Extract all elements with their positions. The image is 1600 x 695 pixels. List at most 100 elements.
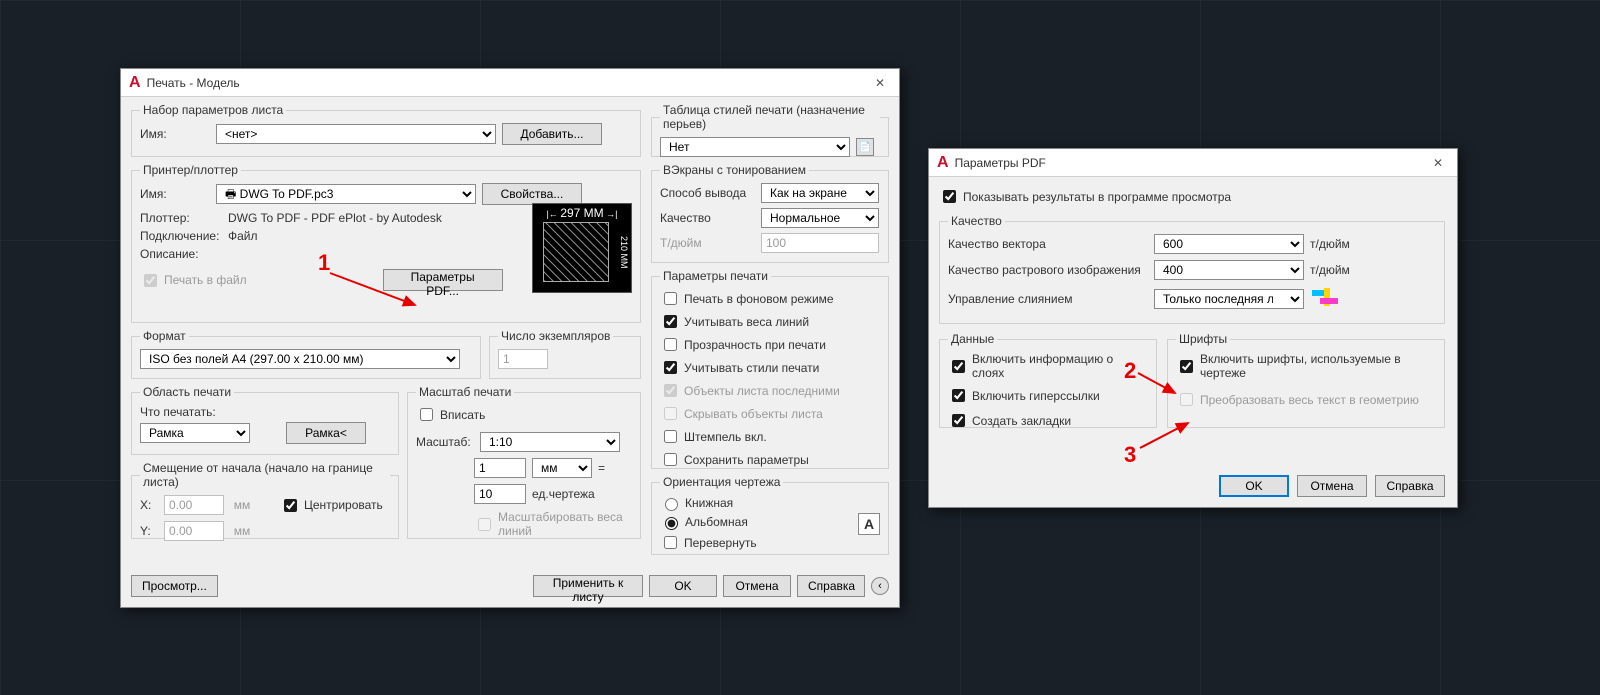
merge-lbl: Управление слиянием <box>948 292 1148 306</box>
close-icon[interactable]: ✕ <box>1425 153 1451 173</box>
plot-style-select[interactable]: Нет <box>660 137 850 157</box>
page-name-label: Имя: <box>140 127 210 141</box>
paper-preview: |← 297 MM →| 210 MM <box>532 203 632 293</box>
printer-legend: Принтер/плоттер <box>140 163 241 177</box>
layers-check[interactable]: Включить информацию о слоях <box>948 352 1148 380</box>
scale-select[interactable]: 1:10 <box>480 432 620 452</box>
paper-legend: Формат <box>140 329 189 343</box>
annotation-3: 3 <box>1124 442 1136 468</box>
area-legend: Область печати <box>140 385 234 399</box>
pdf-title: Параметры PDF <box>955 156 1046 170</box>
ok-button[interactable]: OK <box>649 575 717 597</box>
raster-select[interactable]: 400 <box>1154 260 1304 280</box>
raster-unit: т/дюйм <box>1310 263 1350 277</box>
shade-mode-lbl: Способ вывода <box>660 186 755 200</box>
scale-num[interactable] <box>474 458 526 478</box>
offx-input <box>164 495 224 515</box>
portrait-radio[interactable]: Книжная <box>660 495 858 511</box>
opt-lw[interactable]: Учитывать веса линий <box>660 312 880 331</box>
help-button[interactable]: Справка <box>797 575 865 597</box>
viewer-check[interactable]: Показывать результаты в программе просмо… <box>939 187 1447 206</box>
opt-save[interactable]: Сохранить параметры <box>660 450 880 469</box>
opt-psplast: Объекты листа последними <box>660 381 880 400</box>
pdf-quality-group: Качество Качество вектора 600 т/дюйм Кач… <box>939 214 1445 324</box>
copies-legend: Число экземпляров <box>498 329 613 343</box>
add-pageset-button[interactable]: Добавить... <box>502 123 602 145</box>
center-check[interactable]: Центрировать <box>280 496 383 515</box>
page-name-select[interactable]: <нет> <box>216 124 496 144</box>
opt-trans[interactable]: Прозрачность при печати <box>660 335 880 354</box>
plotter-lbl: Плоттер: <box>140 211 222 225</box>
scale-den[interactable] <box>474 484 526 504</box>
page-setup-group: Набор параметров листа Имя: <нет> Добави… <box>131 103 641 157</box>
shade-mode-select[interactable]: Как на экране <box>761 183 879 203</box>
plot-style-legend: Таблица стилей печати (назначение перьев… <box>660 103 880 131</box>
shade-q-select[interactable]: Нормальное <box>761 208 879 228</box>
desc-lbl: Описание: <box>140 247 222 261</box>
shade-q-lbl: Качество <box>660 211 755 225</box>
dpi-lbl: Т/дюйм <box>660 236 755 250</box>
shaded-legend: ВЭкраны с тонированием <box>660 163 809 177</box>
what-select[interactable]: Рамка <box>140 423 250 443</box>
landscape-radio[interactable]: Альбомная <box>660 514 858 530</box>
pdf-dialog: A Параметры PDF ✕ Показывать результаты … <box>928 148 1458 508</box>
pdf-titlebar[interactable]: A Параметры PDF ✕ <box>929 149 1457 177</box>
offy-lbl: Y: <box>140 524 158 538</box>
opt-bg[interactable]: Печать в фоновом режиме <box>660 289 880 308</box>
raster-lbl: Качество растрового изображения <box>948 263 1148 277</box>
plotter-value: DWG To PDF - PDF ePlot - by Autodesk <box>228 211 442 225</box>
preview-button[interactable]: Просмотр... <box>131 575 218 597</box>
merge-select[interactable]: Только последняя линия <box>1154 289 1304 309</box>
apply-button[interactable]: Применить к листу <box>533 575 643 597</box>
plot-options-group: Параметры печати Печать в фоновом режиме… <box>651 269 889 469</box>
printer-name-lbl: Имя: <box>140 187 210 201</box>
paper-group: Формат ISO без полей A4 (297.00 x 210.00… <box>131 329 481 379</box>
text-geom-check: Преобразовать весь текст в геометрию <box>1176 390 1436 409</box>
shaded-group: ВЭкраны с тонированием Способ вывода Как … <box>651 163 889 263</box>
plot-style-group: Таблица стилей печати (назначение перьев… <box>651 103 889 157</box>
orient-group: Ориентация чертежа Книжная Альбомная Пер… <box>651 475 889 555</box>
pdf-help-button[interactable]: Справка <box>1375 475 1445 497</box>
pdf-cancel-button[interactable]: Отмена <box>1297 475 1367 497</box>
upside-check[interactable]: Перевернуть <box>660 533 858 552</box>
scale-lw-check: Масштабировать веса линий <box>416 510 632 538</box>
orientation-icon: A <box>858 513 880 535</box>
plot-dialog: A Печать - Модель ✕ Набор параметров лис… <box>120 68 900 608</box>
printer-group: Принтер/плоттер Имя: 🖶 DWG To PDF.pc3 Св… <box>131 163 641 323</box>
area-group: Область печати Что печатать: Рамка Рамка… <box>131 385 399 455</box>
pdf-ok-button[interactable]: OK <box>1219 475 1289 497</box>
copies-group: Число экземпляров <box>489 329 641 379</box>
bookmarks-check[interactable]: Создать закладки <box>948 411 1148 430</box>
cancel-button[interactable]: Отмена <box>723 575 791 597</box>
paper-select[interactable]: ISO без полей A4 (297.00 x 210.00 мм) <box>140 349 460 369</box>
pdf-fonts-legend: Шрифты <box>1176 332 1230 346</box>
scale-unit-select[interactable]: мм <box>532 458 592 478</box>
edit-style-icon[interactable]: 📄 <box>856 138 874 156</box>
hyper-check[interactable]: Включить гиперссылки <box>948 386 1148 405</box>
opt-pstyles[interactable]: Учитывать стили печати <box>660 358 880 377</box>
autocad-logo-icon: A <box>129 74 141 92</box>
vector-select[interactable]: 600 <box>1154 234 1304 254</box>
include-fonts-check[interactable]: Включить шрифты, используемые в чертеже <box>1176 352 1436 380</box>
printer-name-select[interactable]: 🖶 DWG To PDF.pc3 <box>216 184 476 204</box>
fit-check[interactable]: Вписать <box>416 405 632 424</box>
offx-lbl: X: <box>140 498 158 512</box>
plot-titlebar[interactable]: A Печать - Модель ✕ <box>121 69 899 97</box>
conn-lbl: Подключение: <box>140 229 222 243</box>
printer-props-button[interactable]: Свойства... <box>482 183 582 205</box>
scale-eq: = <box>598 461 605 475</box>
opt-stamp[interactable]: Штемпель вкл. <box>660 427 880 446</box>
collapse-icon[interactable]: ‹ <box>871 577 889 595</box>
copies-input <box>498 349 548 369</box>
close-icon[interactable]: ✕ <box>867 73 893 93</box>
vector-lbl: Качество вектора <box>948 237 1148 251</box>
offset-legend: Смещение от начала (начало на границе ли… <box>140 461 390 489</box>
pdf-params-button[interactable]: Параметры PDF... <box>383 269 503 291</box>
what-label: Что печатать: <box>140 405 390 419</box>
vector-unit: т/дюйм <box>1310 237 1350 251</box>
window-button[interactable]: Рамка< <box>286 422 366 444</box>
scale-den-unit: ед.чертежа <box>532 487 595 501</box>
pdf-quality-legend: Качество <box>948 214 1005 228</box>
offx-unit: мм <box>230 498 254 512</box>
pdf-data-legend: Данные <box>948 332 997 346</box>
